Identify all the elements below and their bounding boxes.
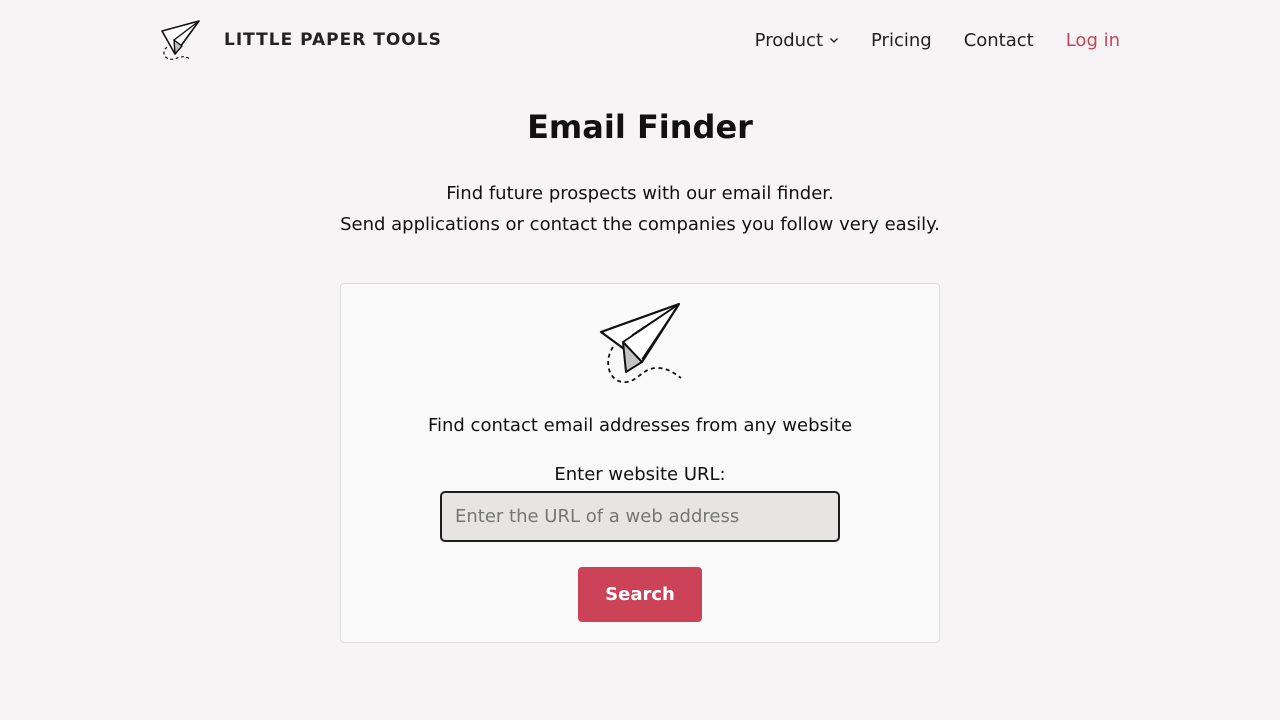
card-caption: Find contact email addresses from any we… xyxy=(427,415,853,436)
email-finder-card: Find contact email addresses from any we… xyxy=(340,283,940,643)
intro-line-1: Find future prospects with our email fin… xyxy=(446,183,834,204)
paper-plane-icon xyxy=(161,20,200,60)
url-field-label: Enter website URL: xyxy=(554,464,726,485)
intro-text: Find future prospects with our email fin… xyxy=(0,178,1280,240)
brand-name: LITTLE PAPER TOOLS xyxy=(224,30,442,50)
nav-product[interactable]: Product xyxy=(755,30,839,51)
main-nav: Product Pricing Contact Log in xyxy=(755,30,1120,51)
nav-product-label: Product xyxy=(754,29,824,51)
brand[interactable]: LITTLE PAPER TOOLS xyxy=(160,19,442,61)
chevron-down-icon xyxy=(830,38,839,43)
url-input[interactable] xyxy=(440,491,840,542)
nav-login[interactable]: Log in xyxy=(1066,30,1120,51)
search-button[interactable]: Search xyxy=(578,567,702,622)
site-header: LITTLE PAPER TOOLS Product Pricing Conta… xyxy=(160,18,1120,62)
nav-pricing[interactable]: Pricing xyxy=(871,30,932,51)
page-title: Email Finder xyxy=(527,108,753,146)
nav-contact[interactable]: Contact xyxy=(964,30,1034,51)
intro-line-2: Send applications or contact the compani… xyxy=(340,214,940,235)
paper-plane-icon xyxy=(599,302,682,383)
